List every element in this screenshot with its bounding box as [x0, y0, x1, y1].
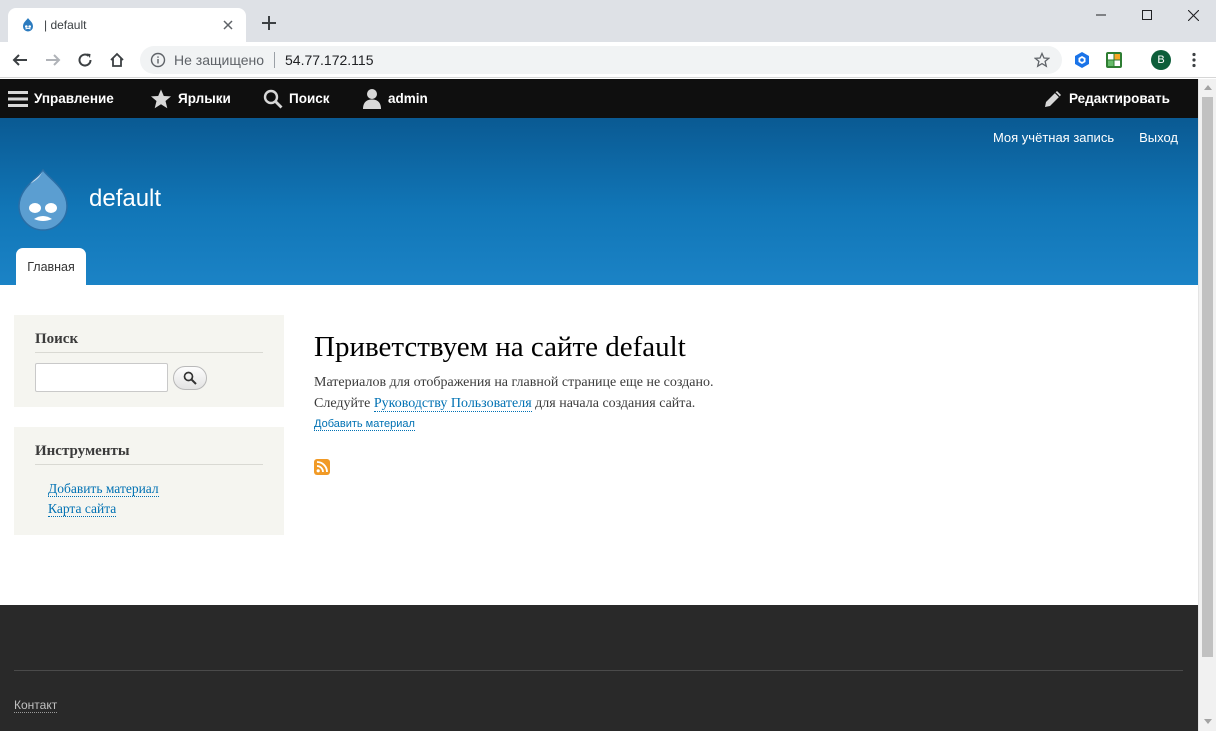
page-scrollbar[interactable]	[1198, 79, 1216, 731]
drupal-favicon-icon	[20, 17, 36, 33]
add-content-link[interactable]: Добавить материал	[48, 481, 159, 497]
browser-tab[interactable]: | default	[8, 8, 246, 42]
search-block-title: Поиск	[35, 331, 263, 353]
search-block: Поиск	[14, 315, 284, 407]
omnibox-divider	[274, 52, 275, 68]
search-form	[35, 363, 263, 392]
admin-shortcuts-label: Ярлыки	[178, 91, 231, 106]
drupal-logo-icon[interactable]	[12, 166, 74, 234]
intro-line-2-before: Следуйте	[314, 396, 374, 411]
url-text[interactable]: 54.77.172.115	[285, 52, 374, 68]
new-tab-button[interactable]	[258, 12, 280, 34]
tab-title: | default	[44, 18, 87, 32]
browser-tabstrip: | default	[0, 0, 1216, 42]
admin-search-button[interactable]: Поиск	[263, 79, 330, 118]
pencil-icon	[1043, 89, 1063, 109]
admin-edit-label: Редактировать	[1069, 91, 1170, 106]
admin-toolbar: Управление Ярлыки Поиск admin Редактиров…	[0, 79, 1198, 118]
user-icon	[362, 88, 382, 109]
info-icon[interactable]	[150, 52, 166, 68]
secondary-menu: Моя учётная запись Выход	[993, 130, 1178, 145]
my-account-link[interactable]: Моя учётная запись	[993, 130, 1114, 145]
list-item: Карта сайта	[48, 499, 263, 519]
search-icon	[263, 89, 283, 109]
site-name[interactable]: default	[89, 185, 161, 213]
star-icon	[150, 89, 172, 109]
home-button[interactable]	[104, 47, 130, 73]
site-header: Моя учётная запись Выход default Главная	[0, 118, 1198, 285]
admin-search-label: Поиск	[289, 91, 330, 106]
extension-shield-icon[interactable]	[1072, 50, 1092, 70]
back-button[interactable]	[7, 47, 33, 73]
hamburger-icon	[8, 90, 28, 108]
tools-menu: Добавить материал Карта сайта	[35, 479, 263, 519]
site-footer: Контакт	[0, 605, 1198, 731]
tools-block-title: Инструменты	[35, 443, 263, 465]
profile-avatar[interactable]: B	[1151, 50, 1171, 70]
window-close-button[interactable]	[1170, 0, 1216, 30]
magnifier-icon	[183, 371, 197, 385]
admin-manage-button[interactable]: Управление	[8, 79, 114, 118]
intro-line-1: Материалов для отображения на главной ст…	[314, 375, 714, 390]
scrollbar-thumb[interactable]	[1202, 97, 1213, 657]
admin-user-label: admin	[388, 91, 428, 106]
admin-shortcuts-button[interactable]: Ярлыки	[150, 79, 231, 118]
list-item: Добавить материал	[48, 479, 263, 499]
security-status: Не защищено	[174, 52, 264, 68]
admin-user-button[interactable]: admin	[362, 79, 428, 118]
search-input[interactable]	[35, 363, 168, 392]
search-submit-button[interactable]	[173, 365, 207, 390]
sitemap-link[interactable]: Карта сайта	[48, 501, 117, 517]
forward-button[interactable]	[40, 47, 66, 73]
intro-line-2-after: для начала создания сайта.	[531, 396, 696, 411]
close-icon[interactable]	[220, 17, 236, 33]
scroll-down-arrow-icon[interactable]	[1203, 716, 1213, 726]
scroll-up-arrow-icon[interactable]	[1203, 82, 1213, 92]
browser-toolbar: Не защищено 54.77.172.115 B	[0, 42, 1216, 78]
user-guide-link[interactable]: Руководству Пользователя	[373, 396, 532, 412]
address-bar[interactable]: Не защищено 54.77.172.115	[140, 46, 1062, 74]
minimize-button[interactable]	[1078, 0, 1124, 30]
tab-home[interactable]: Главная	[16, 248, 86, 285]
admin-edit-button[interactable]: Редактировать	[1043, 79, 1170, 118]
browser-menu-icon[interactable]	[1184, 50, 1204, 70]
main-content: Приветствуем на сайте default Материалов…	[314, 330, 1174, 475]
admin-manage-label: Управление	[34, 91, 114, 106]
maximize-button[interactable]	[1124, 0, 1170, 30]
page-title: Приветствуем на сайте default	[314, 331, 686, 363]
rss-feed-icon[interactable]	[314, 459, 330, 475]
extension-grid-icon[interactable]	[1104, 50, 1124, 70]
intro-text: Материалов для отображения на главной ст…	[314, 372, 1174, 414]
reload-button[interactable]	[72, 47, 98, 73]
add-content-main-link[interactable]: Добавить материал	[314, 418, 415, 431]
contact-link[interactable]: Контакт	[14, 698, 58, 713]
tools-block: Инструменты Добавить материал Карта сайт…	[14, 427, 284, 535]
footer-divider	[14, 670, 1183, 671]
bookmark-star-icon[interactable]	[1034, 52, 1050, 68]
logout-link[interactable]: Выход	[1139, 130, 1178, 145]
